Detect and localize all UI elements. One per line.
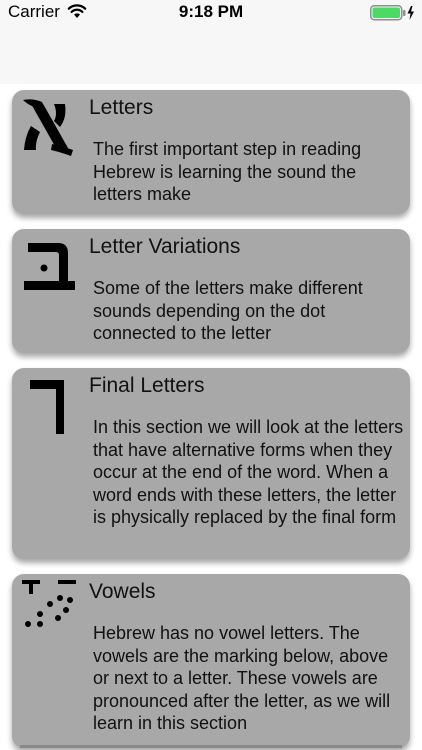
- lesson-description: Hebrew has no vowel letters. The vowels …: [93, 623, 391, 733]
- lesson-title: Final Letters: [89, 374, 205, 397]
- lesson-card-letters[interactable]: Letters The first important step in read…: [12, 90, 410, 214]
- lesson-card-letter-variations[interactable]: Letter Variations Some of the letters ma…: [12, 229, 410, 353]
- lesson-description: The first important step in reading Hebr…: [93, 139, 362, 204]
- next-card-edge: [20, 745, 402, 748]
- lesson-title: Letter Variations: [89, 235, 241, 258]
- hebrew-aleph-icon: [23, 99, 73, 156]
- hebrew-final-kaf-icon: [30, 380, 64, 434]
- lesson-title: Letters: [89, 96, 154, 119]
- hebrew-vowels-icon: [22, 580, 76, 627]
- lesson-description: Some of the letters make different sound…: [93, 278, 363, 343]
- lesson-list[interactable]: Letters The first important step in read…: [0, 84, 422, 750]
- navigation-bar: [0, 26, 422, 85]
- lesson-description: In this section we will look at the lett…: [93, 417, 404, 527]
- clock: 9:18 PM: [178, 2, 244, 21]
- lesson-card-vowels[interactable]: Vowels Hebrew has no vowel letters. The …: [12, 574, 410, 748]
- battery-icon: [370, 5, 414, 21]
- lesson-card-final-letters[interactable]: Final Letters In this section we will lo…: [12, 368, 410, 559]
- hebrew-bet-icon: [24, 243, 75, 290]
- lesson-title: Vowels: [89, 580, 156, 603]
- status-bar: Carrier 9:18 PM: [0, 0, 422, 26]
